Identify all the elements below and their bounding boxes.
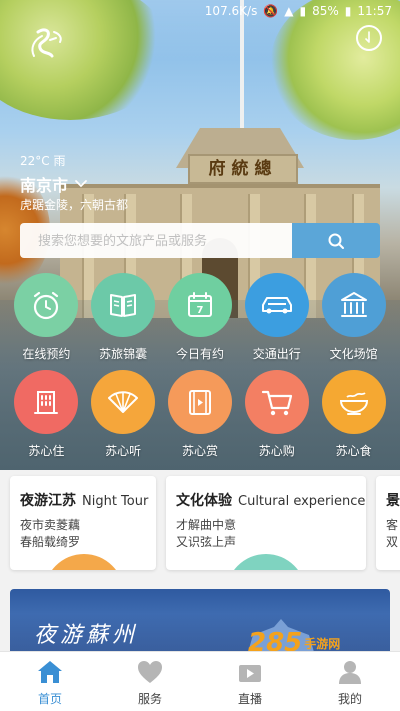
service-transport[interactable]: 交通出行 [239, 273, 315, 362]
cart-icon [244, 370, 309, 434]
home-icon [38, 661, 62, 683]
nav-home[interactable]: 首页 [0, 652, 100, 711]
wifi-icon: ▲ [284, 4, 294, 18]
suzhou-swan-logo-icon [20, 26, 78, 70]
service-listen[interactable]: 苏心听 [85, 370, 161, 459]
card-scenic[interactable]: 景 客 双 [376, 476, 400, 570]
card-decoration [44, 554, 124, 570]
service-label: 今日有约 [175, 347, 224, 361]
banner-title: 夜游蘇州 [34, 623, 139, 648]
city-slogan: 虎踞金陵，六朝古都 [20, 198, 129, 212]
service-label: 苏心赏 [181, 444, 218, 458]
service-food[interactable]: 苏心食 [316, 370, 392, 459]
fan-icon [91, 370, 156, 434]
clock: 11:57 [357, 4, 392, 18]
city-selector[interactable]: 南京市 [20, 172, 88, 196]
card-cultural-experience[interactable]: 文化体验 Cultural experience 才解曲中意 又识弦上声 [166, 476, 366, 570]
mute-icon: 🔕 [263, 4, 279, 18]
scan-icon [365, 31, 370, 43]
bottom-nav: 首页 服务 直播 我的 [0, 651, 400, 711]
person-icon [339, 661, 361, 684]
museum-icon [321, 273, 386, 337]
card-line: 双 [386, 535, 399, 549]
status-indicators: 107.6K/s 🔕 ▲ ▮ 85% ▮ 11:57 [205, 4, 392, 18]
book-icon [91, 273, 156, 337]
service-culture-venues[interactable]: 文化场馆 [316, 273, 392, 362]
chevron-down-icon [75, 180, 87, 188]
card-title: 夜游江苏 Night Tour [20, 490, 148, 510]
nav-profile[interactable]: 我的 [300, 652, 400, 711]
card-title: 景 [386, 490, 400, 510]
svg-text:7: 7 [197, 305, 204, 316]
service-grid-row-1: 在线预约 苏旅锦囊 7 今日有约 交通出行 文化场馆 [0, 273, 400, 362]
service-travel-guide[interactable]: 苏旅锦囊 [85, 273, 161, 362]
card-night-tour[interactable]: 夜游江苏 Night Tour 夜市卖菱藕 春船载绮罗 [10, 476, 156, 570]
live-camera-icon [239, 665, 261, 682]
card-title-cn: 文化体验 [176, 493, 232, 509]
service-label: 苏心食 [335, 444, 372, 458]
service-label: 苏心购 [258, 444, 295, 458]
card-title: 文化体验 Cultural experience [176, 490, 365, 510]
nav-label: 直播 [237, 692, 262, 706]
weather-text: 22°C 雨 [20, 154, 66, 168]
service-label: 文化场馆 [329, 347, 378, 361]
nav-label: 首页 [37, 692, 62, 706]
card-line: 客 [386, 518, 399, 532]
network-speed: 107.6K/s [204, 4, 258, 18]
app-screen: 府統總 107.6K/s 🔕 ▲ ▮ 85% ▮ 11:57 22°C 雨 南京… [0, 0, 400, 711]
battery-icon: ▮ [344, 4, 352, 18]
battery-level: 85% [312, 4, 339, 18]
watermark-text: 手游网 [304, 636, 341, 651]
card-line: 夜市卖菱藕 [20, 518, 81, 532]
search-icon [328, 233, 344, 249]
card-title-cn: 景 [386, 493, 400, 509]
card-title-en: Night Tour [82, 494, 149, 509]
film-icon [167, 370, 232, 434]
city-name: 南京市 [20, 176, 69, 195]
search-button[interactable] [292, 223, 380, 258]
nav-services[interactable]: 服务 [100, 652, 200, 711]
card-title-cn: 夜游江苏 [20, 493, 76, 509]
calendar-icon: 7 [167, 273, 232, 337]
search-bar [20, 223, 380, 258]
service-shop[interactable]: 苏心购 [239, 370, 315, 459]
feature-cards: 夜游江苏 Night Tour 夜市卖菱藕 春船载绮罗 文化体验 Cultural … [0, 476, 400, 572]
signal-icon: ▮ [299, 4, 307, 18]
service-label: 交通出行 [252, 347, 301, 361]
building-sign: 府統總 [208, 159, 278, 179]
service-watch[interactable]: 苏心赏 [162, 370, 238, 459]
building-icon [14, 370, 79, 434]
heart-icon [138, 661, 162, 683]
nav-label: 我的 [337, 692, 362, 706]
car-icon [244, 273, 309, 337]
noodle-bowl-icon [321, 370, 386, 434]
search-input[interactable] [20, 223, 292, 258]
card-decoration [226, 554, 306, 570]
service-label: 苏心听 [105, 444, 142, 458]
nav-live[interactable]: 直播 [200, 652, 300, 711]
status-bar: 107.6K/s 🔕 ▲ ▮ 85% ▮ 11:57 [0, 0, 400, 24]
scan-button[interactable] [356, 25, 382, 51]
card-line: 春船载绮罗 [20, 535, 81, 549]
service-label: 苏心住 [28, 444, 65, 458]
card-title-en: Cultural experience [238, 494, 366, 509]
service-stay[interactable]: 苏心住 [8, 370, 84, 459]
service-today-events[interactable]: 7 今日有约 [162, 273, 238, 362]
service-label: 在线预约 [22, 347, 71, 361]
card-line: 又识弦上声 [176, 535, 237, 549]
service-grid-row-2: 苏心住 苏心听 苏心赏 苏心购 苏心食 [0, 370, 400, 459]
service-label: 苏旅锦囊 [99, 347, 148, 361]
alarm-clock-icon [14, 273, 79, 337]
service-online-booking[interactable]: 在线预约 [8, 273, 84, 362]
nav-label: 服务 [137, 692, 162, 706]
card-line: 才解曲中意 [176, 518, 237, 532]
